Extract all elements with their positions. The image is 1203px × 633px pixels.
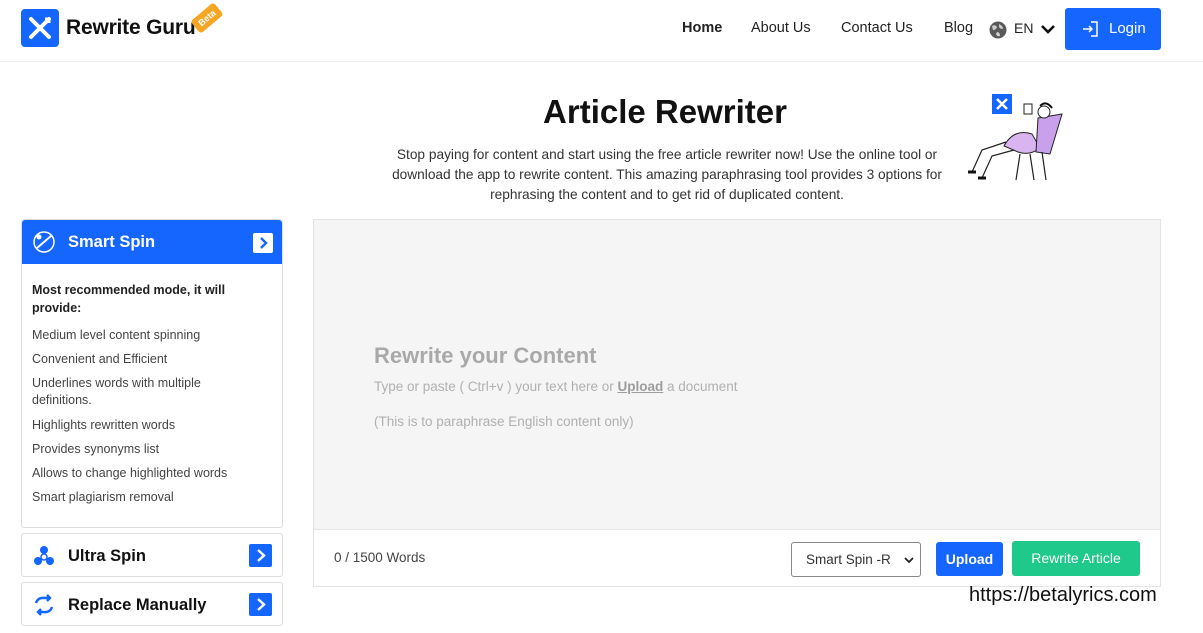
brand-name[interactable]: Rewrite Guru bbox=[66, 16, 196, 40]
feature-item: Smart plagiarism removal bbox=[32, 490, 174, 504]
person-relaxing-illustration bbox=[968, 94, 1063, 181]
feature-item: Convenient and Efficient bbox=[32, 352, 168, 366]
upload-link[interactable]: Upload bbox=[617, 379, 663, 394]
rewrite-article-button[interactable]: Rewrite Article bbox=[1012, 541, 1140, 576]
watermark-text: https://betalyrics.com bbox=[969, 584, 1157, 606]
nav-home-link[interactable]: Home bbox=[682, 20, 722, 36]
ultra-spin-title: Ultra Spin bbox=[68, 547, 146, 565]
replace-manually-card[interactable]: Replace Manually bbox=[21, 582, 283, 626]
nav-about-link[interactable]: About Us bbox=[751, 20, 811, 36]
spin-mode-value: Smart Spin -R bbox=[806, 552, 891, 567]
chevron-right-icon[interactable] bbox=[253, 233, 273, 253]
replace-icon bbox=[34, 594, 54, 616]
spin-mode-select[interactable]: Smart Spin -R bbox=[791, 542, 921, 577]
smart-spin-icon bbox=[33, 231, 55, 253]
word-count: 0 / 1500 Words bbox=[334, 550, 426, 565]
placeholder-suffix: a document bbox=[667, 379, 738, 394]
smart-spin-card: Smart Spin Most recommended mode, it wil… bbox=[21, 219, 283, 528]
chevron-right-icon[interactable] bbox=[249, 544, 272, 567]
rewrite-editor: Rewrite your Content Type or paste ( Ctr… bbox=[313, 219, 1161, 587]
placeholder-title: Rewrite your Content bbox=[374, 343, 597, 368]
login-icon bbox=[1083, 21, 1098, 37]
chevron-down-icon[interactable] bbox=[1040, 22, 1056, 36]
ultra-spin-icon bbox=[34, 546, 54, 565]
smart-spin-title: Smart Spin bbox=[68, 233, 156, 251]
upload-button[interactable]: Upload bbox=[936, 542, 1003, 576]
feature-item: Underlines words with multiple definitio… bbox=[32, 376, 201, 407]
content-input-area[interactable]: Rewrite your Content Type or paste ( Ctr… bbox=[314, 220, 1160, 530]
page-subtitle: Stop paying for content and start using … bbox=[392, 147, 942, 202]
placeholder-instruction: Type or paste ( Ctrl+v ) your text here … bbox=[374, 379, 738, 394]
chevron-down-icon bbox=[904, 557, 914, 564]
feature-item: Allows to change highlighted words bbox=[32, 466, 228, 480]
replace-manually-title: Replace Manually bbox=[68, 596, 207, 614]
ultra-spin-card[interactable]: Ultra Spin bbox=[21, 533, 283, 577]
logo-icon[interactable] bbox=[21, 9, 59, 47]
globe-icon[interactable] bbox=[988, 20, 1008, 40]
smart-spin-header[interactable]: Smart Spin bbox=[22, 220, 282, 264]
nav-blog-link[interactable]: Blog bbox=[944, 20, 973, 36]
feature-item: Provides synonyms list bbox=[32, 442, 160, 456]
chevron-right-icon[interactable] bbox=[249, 593, 272, 616]
nav-contact-link[interactable]: Contact Us bbox=[841, 20, 913, 36]
login-label: Login bbox=[1109, 20, 1146, 37]
site-header: Rewrite Guru Beta Home About Us Contact … bbox=[0, 0, 1203, 62]
smart-spin-description: Most recommended mode, it will provide: bbox=[32, 283, 226, 315]
feature-item: Medium level content spinning bbox=[32, 328, 201, 342]
placeholder-note: (This is to paraphrase English content o… bbox=[374, 414, 634, 429]
login-button[interactable]: Login bbox=[1065, 8, 1161, 50]
feature-item: Highlights rewritten words bbox=[32, 418, 176, 432]
placeholder-prefix: Type or paste ( Ctrl+v ) your text here … bbox=[374, 379, 614, 394]
language-selector[interactable]: EN bbox=[1014, 20, 1033, 36]
